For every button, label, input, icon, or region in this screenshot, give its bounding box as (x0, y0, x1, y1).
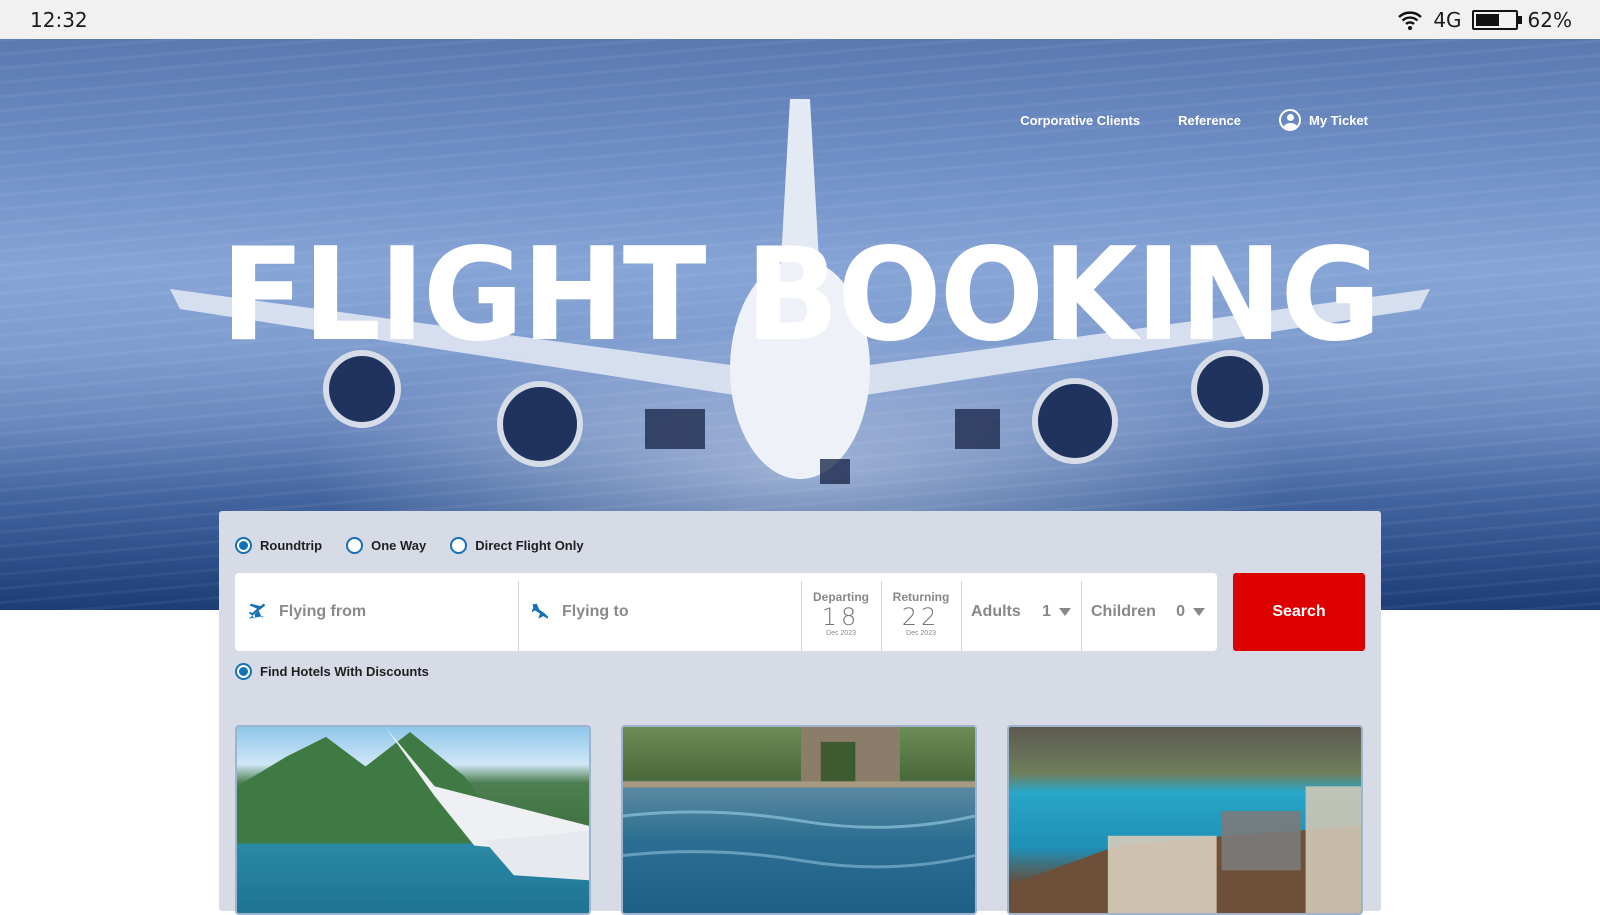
status-bar: 12:32 4G 62% (0, 0, 1600, 39)
chevron-down-icon (1059, 608, 1071, 616)
nav-reference[interactable]: Reference (1178, 113, 1241, 128)
departing-day: 18 (821, 602, 861, 631)
trip-type-label: One Way (371, 538, 427, 553)
destination-card-mountain-lake[interactable] (235, 725, 591, 915)
nav-my-ticket[interactable]: My Ticket (1278, 109, 1368, 131)
find-hotels-label: Find Hotels With Discounts (260, 664, 429, 679)
network-type: 4G (1433, 7, 1462, 32)
plane-landing-icon (531, 603, 549, 619)
returning-label: Returning (892, 589, 950, 604)
status-indicators: 4G 62% (1397, 8, 1572, 32)
battery-level (1475, 13, 1500, 26)
flying-to-field[interactable]: Flying to (518, 573, 801, 651)
children-label: Children (1091, 603, 1156, 620)
departing-month: Dec 2023 (826, 629, 856, 637)
resort-pool-image (623, 727, 975, 869)
flying-to-placeholder: Flying to (562, 603, 629, 620)
radio-roundtrip[interactable] (235, 537, 252, 554)
battery-percent: 62% (1527, 7, 1572, 32)
radio-one-way[interactable] (346, 537, 364, 554)
radio-direct-flight[interactable] (450, 537, 468, 554)
battery-icon (1471, 9, 1522, 30)
adults-label: Adults (971, 603, 1021, 620)
page-title: FLIGHT BOOKING (220, 221, 1382, 370)
destination-card-resort-pool[interactable] (621, 725, 977, 915)
flying-from-placeholder: Flying from (279, 603, 367, 620)
wifi-icon (1398, 10, 1423, 30)
hotel-pool-image (1009, 786, 1361, 913)
user-icon (1278, 109, 1301, 131)
trip-type-roundtrip[interactable]: Roundtrip (235, 537, 322, 554)
chevron-down-icon (1193, 608, 1205, 616)
returning-date-field[interactable]: Returning 22 Dec 2023 (881, 573, 961, 651)
plane-takeoff-icon (248, 603, 266, 619)
adults-value-wrap: 1 (1042, 603, 1071, 621)
trip-type-group: Roundtrip One Way Direct Flight Only (235, 537, 584, 554)
nav-my-ticket-label: My Ticket (1308, 112, 1368, 128)
adults-select[interactable]: Adults 1 (961, 573, 1081, 651)
search-button[interactable]: Search (1233, 573, 1365, 651)
status-time: 12:32 (30, 7, 88, 32)
trip-type-label: Roundtrip (260, 538, 323, 553)
radio-find-hotels[interactable] (235, 663, 252, 680)
mountain-wing-image (237, 727, 589, 881)
adults-value: 1 (1042, 603, 1051, 620)
nav-corporative-clients[interactable]: Corporative Clients (1020, 113, 1140, 128)
children-value: 0 (1176, 603, 1185, 620)
find-hotels-option[interactable]: Find Hotels With Discounts (235, 663, 429, 680)
children-select[interactable]: Children 0 (1081, 573, 1215, 651)
children-value-wrap: 0 (1176, 603, 1205, 621)
destination-cards (235, 725, 1363, 915)
returning-month: Dec 2023 (906, 629, 936, 637)
trip-type-label: Direct Flight Only (475, 538, 584, 553)
top-navigation: Corporative Clients Reference My Ticket (1020, 109, 1368, 131)
departing-date-field[interactable]: Departing 18 Dec 2023 (801, 573, 881, 651)
departing-label: Departing (812, 589, 869, 604)
trip-type-direct-flight[interactable]: Direct Flight Only (450, 537, 584, 554)
returning-day: 22 (901, 602, 941, 631)
flying-from-field[interactable]: Flying from (235, 573, 518, 651)
trip-type-one-way[interactable]: One Way (346, 537, 426, 554)
booking-panel: Roundtrip One Way Direct Flight Only Fly… (219, 511, 1381, 915)
flight-search-form: Flying from Flying to Departing 18 Dec 2… (235, 573, 1217, 651)
destination-card-hotel-pool[interactable] (1007, 725, 1363, 915)
